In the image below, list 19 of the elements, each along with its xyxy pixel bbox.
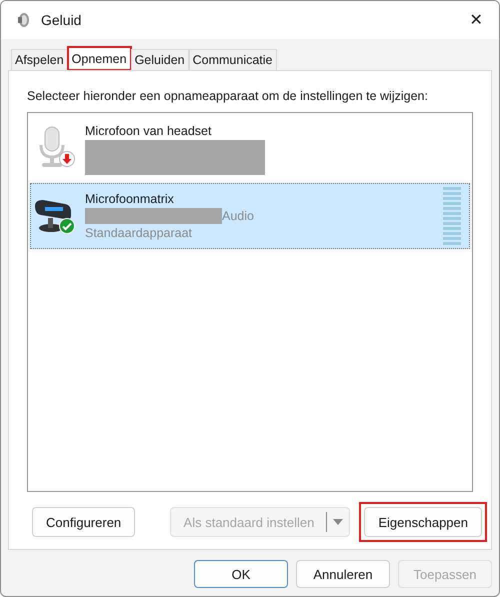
tab[interactable]: Opnemen [68, 47, 131, 70]
tab[interactable]: Geluiden [130, 49, 189, 70]
device-status: Standaardapparaat [85, 224, 194, 242]
dialog-button[interactable]: Annuleren [296, 560, 390, 588]
tab[interactable]: Communicatie [188, 49, 276, 70]
device-name: Microfoonmatrix [85, 190, 175, 208]
instruction-text: Selecteer hieronder een opnameapparaat om de instellingen te wijzigen: [27, 89, 429, 103]
device-name: Microfoon van headset [85, 123, 212, 140]
dialog-button[interactable]: OK [194, 560, 288, 588]
action-button[interactable]: Configureren [32, 507, 136, 537]
window-title: Geluid [41, 12, 82, 28]
close-button[interactable]: ✕ [453, 1, 499, 39]
device-description: Audio [222, 208, 254, 224]
level-meter [443, 187, 461, 245]
speaker-icon [15, 12, 31, 28]
tab[interactable]: Afspelen [11, 49, 68, 70]
device-item[interactable]: Microfoonmatrix Audio Standaardapparaat [30, 183, 470, 249]
device-item[interactable]: Microfoon van headset [30, 117, 470, 181]
action-button[interactable]: Eigenschappen [364, 507, 482, 537]
